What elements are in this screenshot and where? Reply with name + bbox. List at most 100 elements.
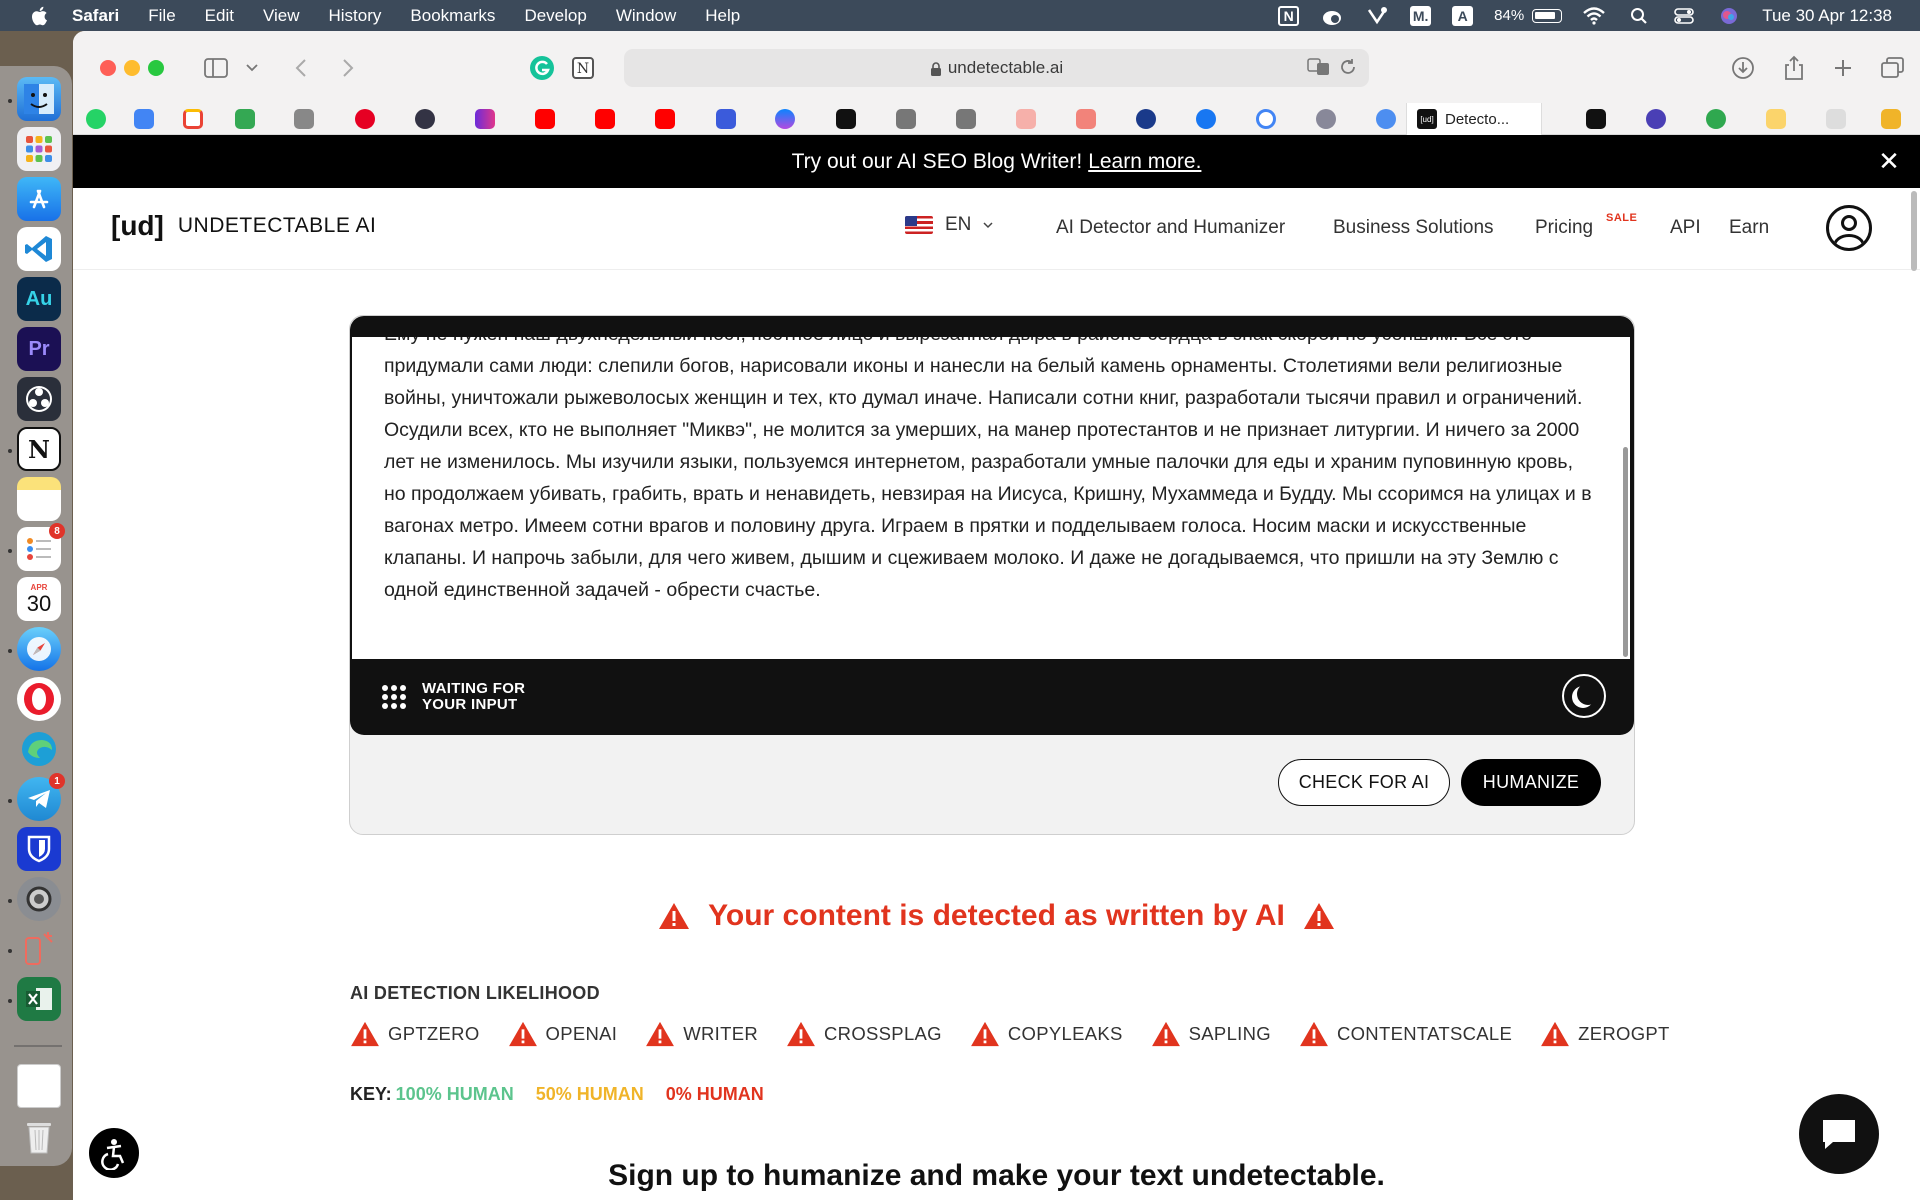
learn-more-link[interactable]: Learn more. xyxy=(1088,150,1201,174)
check-for-ai-button[interactable]: CHECK FOR AI xyxy=(1278,759,1450,806)
nav-business-solutions[interactable]: Business Solutions xyxy=(1333,217,1494,239)
moon-favicon[interactable] xyxy=(1316,109,1336,129)
reload-icon[interactable] xyxy=(1339,58,1357,81)
sidebar-toggle-icon[interactable] xyxy=(203,55,229,81)
tab-undetectable[interactable]: [ud] Detecto... xyxy=(1406,103,1542,135)
premiere-icon[interactable]: Pr xyxy=(17,327,61,371)
vpn-menubar-icon[interactable] xyxy=(1320,5,1344,27)
reminders-icon[interactable]: 8 xyxy=(17,523,65,571)
dark-favicon[interactable] xyxy=(836,109,856,129)
device-favicon-2[interactable] xyxy=(1076,109,1096,129)
proton-favicon[interactable] xyxy=(1646,109,1666,129)
menu-edit[interactable]: Edit xyxy=(205,6,234,26)
forward-button-icon[interactable] xyxy=(338,55,358,81)
control-center-icon[interactable] xyxy=(1672,5,1696,27)
notion-menubar-icon[interactable]: N xyxy=(1278,5,1300,26)
medium-menubar-icon[interactable]: M. xyxy=(1410,5,1432,26)
menu-app-safari[interactable]: Safari xyxy=(72,6,119,26)
drive-favicon[interactable] xyxy=(1881,109,1901,129)
keyboard-input-menubar-icon[interactable]: A xyxy=(1452,5,1474,26)
system-settings-icon[interactable] xyxy=(17,877,61,921)
audition-icon[interactable]: Au xyxy=(17,277,61,321)
telegram-icon[interactable]: 1 xyxy=(17,773,65,821)
recent-document-icon[interactable] xyxy=(17,1064,61,1108)
battery-status[interactable]: 84% xyxy=(1494,7,1563,24)
edge-icon[interactable] xyxy=(17,727,61,771)
f-favicon[interactable] xyxy=(896,109,916,129)
miro-favicon[interactable] xyxy=(475,109,495,129)
safari-icon[interactable] xyxy=(17,627,61,671)
humanize-button[interactable]: HUMANIZE xyxy=(1461,759,1601,806)
whatsapp-favicon[interactable] xyxy=(86,109,106,129)
search-favicon[interactable] xyxy=(1706,109,1726,129)
siri-icon[interactable] xyxy=(1717,5,1741,27)
youtube-favicon-1[interactable] xyxy=(535,109,555,129)
messenger-favicon[interactable] xyxy=(775,109,795,129)
finder-icon[interactable] xyxy=(17,77,61,121)
notion-icon[interactable]: N xyxy=(17,427,61,471)
vscode-icon[interactable] xyxy=(17,227,61,271)
trash-icon[interactable] xyxy=(17,1114,61,1158)
key-favicon[interactable] xyxy=(1766,109,1786,129)
menu-view[interactable]: View xyxy=(263,6,300,26)
back-button-icon[interactable] xyxy=(291,55,311,81)
plus-favicon[interactable] xyxy=(716,109,736,129)
nav-ai-detector[interactable]: AI Detector and Humanizer xyxy=(1056,217,1285,239)
eye-favicon[interactable] xyxy=(415,109,435,129)
chevron-down-icon[interactable] xyxy=(245,55,259,81)
tab-overview-icon[interactable] xyxy=(1880,55,1906,81)
w-favicon[interactable] xyxy=(1586,109,1606,129)
calendar-icon[interactable]: APR 30 xyxy=(17,577,61,621)
accessibility-icon[interactable] xyxy=(87,1126,141,1180)
nav-earn[interactable]: Earn xyxy=(1729,217,1769,239)
close-announcement-icon[interactable]: ✕ xyxy=(1878,146,1900,176)
app-store-icon[interactable] xyxy=(17,177,61,221)
menu-history[interactable]: History xyxy=(329,6,382,26)
downloads-icon[interactable] xyxy=(1730,55,1756,81)
editor-scrollbar[interactable] xyxy=(1623,447,1628,657)
nav-pricing[interactable]: Pricing xyxy=(1535,217,1593,239)
sheets-favicon[interactable] xyxy=(235,109,255,129)
device-app-icon[interactable] xyxy=(17,927,61,971)
google-favicon[interactable] xyxy=(1256,109,1276,129)
obs-icon[interactable] xyxy=(17,377,61,421)
site-logo[interactable]: [ud] UNDETECTABLE AI xyxy=(111,210,376,242)
notion-extension-icon[interactable]: N xyxy=(570,55,596,81)
swirl-favicon[interactable] xyxy=(1376,109,1396,129)
text-input-area[interactable]: Ему не нужен наш двухнедельный пост, пос… xyxy=(352,337,1630,659)
l-favicon[interactable] xyxy=(294,109,314,129)
translate-favicon[interactable] xyxy=(134,109,154,129)
menu-help[interactable]: Help xyxy=(705,6,740,26)
grammarly-extension-icon[interactable] xyxy=(529,55,555,81)
share-icon[interactable] xyxy=(1781,55,1807,81)
dark-mode-toggle-icon[interactable] xyxy=(1562,674,1606,718)
minimize-window-button[interactable] xyxy=(124,60,140,76)
youtube-favicon-3[interactable] xyxy=(655,109,675,129)
close-window-button[interactable] xyxy=(100,60,116,76)
wifi-icon[interactable] xyxy=(1582,5,1606,27)
m-favicon[interactable] xyxy=(956,109,976,129)
menu-bookmarks[interactable]: Bookmarks xyxy=(410,6,495,26)
language-selector[interactable]: EN xyxy=(905,214,993,236)
opera-icon[interactable] xyxy=(17,677,61,721)
new-tab-icon[interactable] xyxy=(1830,55,1856,81)
menu-develop[interactable]: Develop xyxy=(524,6,586,26)
bitwarden-icon[interactable] xyxy=(17,827,61,871)
menu-file[interactable]: File xyxy=(148,6,175,26)
translate-icon[interactable] xyxy=(1307,58,1331,81)
sst-favicon[interactable] xyxy=(1826,109,1846,129)
notes-icon[interactable] xyxy=(17,477,61,521)
launchpad-icon[interactable] xyxy=(17,127,61,171)
nav-api[interactable]: API xyxy=(1670,217,1701,239)
zoom-window-button[interactable] xyxy=(148,60,164,76)
account-avatar-icon[interactable] xyxy=(1826,205,1872,251)
device-favicon-1[interactable] xyxy=(1016,109,1036,129)
gmail-favicon[interactable] xyxy=(183,109,203,129)
apple-menu-icon[interactable] xyxy=(28,5,50,27)
facebook-favicon[interactable] xyxy=(1196,109,1216,129)
menu-window[interactable]: Window xyxy=(616,6,676,26)
wave-favicon[interactable] xyxy=(1136,109,1156,129)
spotlight-search-icon[interactable] xyxy=(1627,5,1651,27)
youtube-favicon-2[interactable] xyxy=(595,109,615,129)
bluetooth-like-menubar-icon[interactable] xyxy=(1365,5,1389,27)
